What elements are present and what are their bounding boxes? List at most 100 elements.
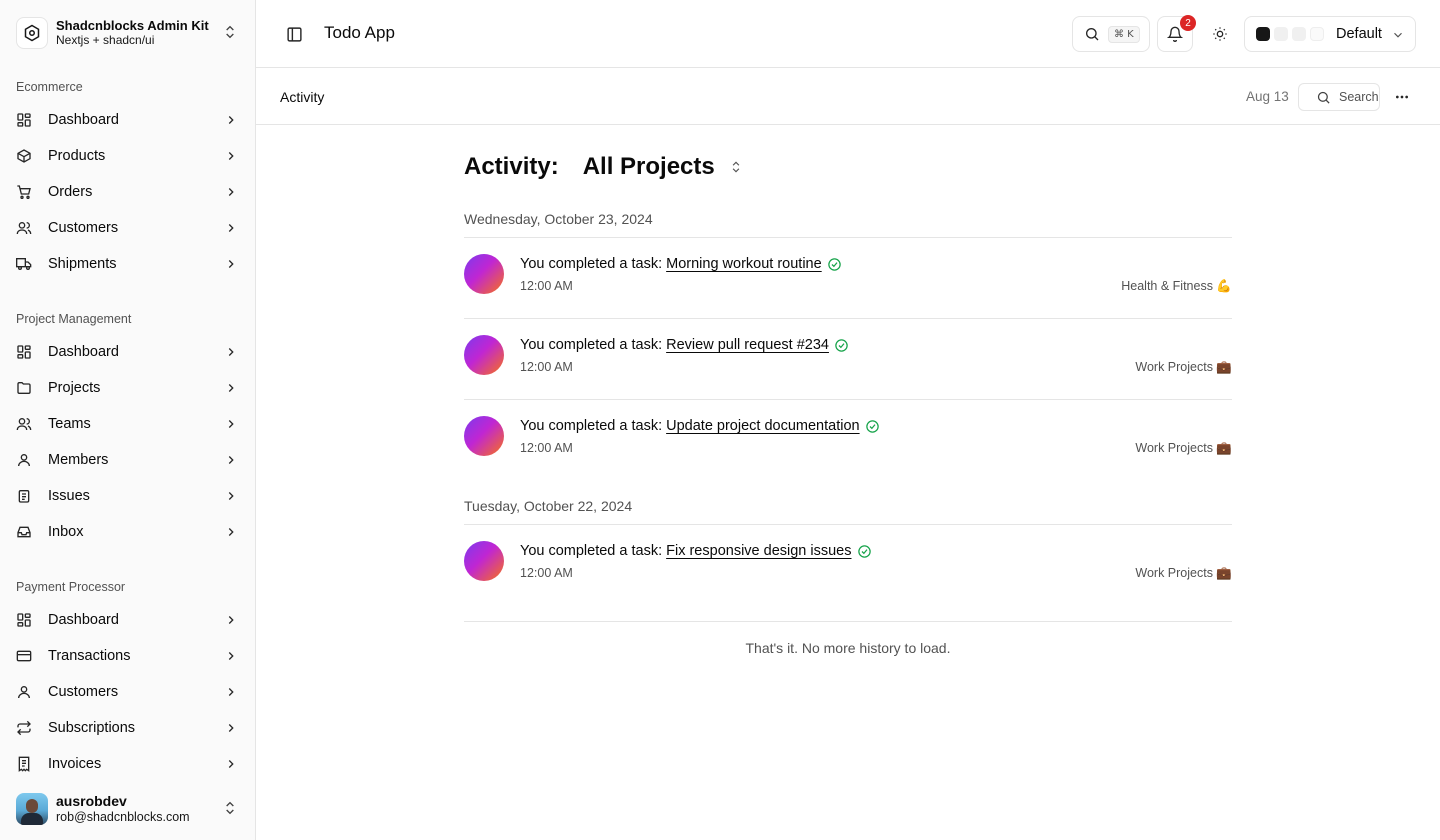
heading-label: Activity: — [464, 153, 559, 180]
sidebar-item-pm-dashboard[interactable]: Dashboard — [8, 336, 248, 368]
avatar — [464, 254, 504, 294]
users-icon — [16, 416, 32, 432]
sidebar-item-inbox[interactable]: Inbox — [8, 516, 248, 548]
color-swatch — [1274, 27, 1288, 41]
divider — [464, 621, 1232, 622]
sidebar-item-transactions[interactable]: Transactions — [8, 640, 248, 672]
search-icon — [1316, 90, 1331, 105]
chevron-right-icon — [224, 257, 238, 271]
repeat-icon — [16, 720, 32, 736]
sidebar-item-teams[interactable]: Teams — [8, 408, 248, 440]
activity-actor: You — [520, 543, 545, 559]
receipt-icon — [16, 756, 32, 772]
ellipsis-icon — [1394, 89, 1410, 105]
layout-dashboard-icon — [16, 112, 32, 128]
chevron-down-icon — [1391, 28, 1405, 42]
sidebar-item-issues[interactable]: Issues — [8, 480, 248, 512]
activity-item: You completed a task: Fix responsive des… — [464, 524, 1232, 605]
keyboard-shortcut: ⌘ K — [1108, 25, 1140, 43]
section-date: Wednesday, October 23, 2024 — [464, 211, 653, 227]
sidebar-item-label: Customers — [48, 220, 119, 236]
command-search-button[interactable]: ⌘ K — [1072, 16, 1150, 52]
theme-toggle-button[interactable] — [1202, 16, 1238, 52]
group-label-payment-processor: Payment Processor — [16, 580, 126, 594]
sidebar-item-label: Dashboard — [48, 344, 119, 360]
group-label-ecommerce: Ecommerce — [16, 80, 83, 94]
user-icon — [16, 452, 32, 468]
project-filter[interactable]: All Projects — [583, 153, 715, 181]
chevron-right-icon — [224, 525, 238, 539]
avatar — [464, 541, 504, 581]
sidebar-item-label: Members — [48, 452, 109, 468]
task-link[interactable]: Morning workout routine — [666, 256, 822, 272]
avatar — [464, 416, 504, 456]
chevron-right-icon — [224, 113, 238, 127]
chevrons-up-down-icon[interactable] — [729, 160, 743, 174]
end-of-history-message: That's it. No more history to load. — [745, 640, 951, 656]
project-tag: Health & Fitness 💪 — [1121, 279, 1232, 293]
chevron-right-icon — [224, 149, 238, 163]
sidebar-item-subscriptions[interactable]: Subscriptions — [8, 712, 248, 744]
search-label: Search — [1339, 90, 1379, 104]
sidebar-item-label: Shipments — [48, 256, 117, 272]
sidebar-item-members[interactable]: Members — [8, 444, 248, 476]
sidebar-item-invoices[interactable]: Invoices — [8, 748, 248, 780]
team-switcher[interactable]: Shadcnblocks Admin Kit Nextjs + shadcn/u… — [16, 14, 244, 52]
activity-time: 12:00 AM — [520, 566, 573, 580]
brand-logo-icon — [16, 17, 48, 49]
activity-actor: You — [520, 337, 545, 353]
chevron-right-icon — [224, 685, 238, 699]
task-link[interactable]: Review pull request #234 — [666, 337, 829, 353]
sidebar-toggle-icon[interactable] — [286, 26, 303, 43]
more-options-button[interactable] — [1392, 87, 1412, 107]
chevron-right-icon — [224, 613, 238, 627]
chevrons-up-down-icon — [222, 800, 238, 816]
chevron-right-icon — [224, 757, 238, 771]
group-label-project-management: Project Management — [16, 312, 132, 326]
chevron-right-icon — [224, 489, 238, 503]
inbox-icon — [16, 524, 32, 540]
brand-subtitle: Nextjs + shadcn/ui — [56, 33, 155, 47]
sidebar-item-ecommerce-dashboard[interactable]: Dashboard — [8, 104, 248, 136]
search-button[interactable]: Search — [1298, 83, 1380, 111]
color-swatch — [1292, 27, 1306, 41]
theme-label: Default — [1336, 26, 1382, 42]
package-icon — [16, 148, 32, 164]
chevron-right-icon — [224, 221, 238, 235]
sidebar-item-payment-dashboard[interactable]: Dashboard — [8, 604, 248, 636]
credit-card-icon — [16, 648, 32, 664]
task-link[interactable]: Fix responsive design issues — [666, 543, 851, 559]
section-date: Tuesday, October 22, 2024 — [464, 498, 633, 514]
activity-item: You completed a task: Review pull reques… — [464, 318, 1232, 399]
user-icon — [16, 684, 32, 700]
layout-dashboard-icon — [16, 612, 32, 628]
page-title: Activity — [280, 89, 325, 105]
user-menu[interactable]: ausrobdev rob@shadcnblocks.com — [16, 792, 244, 826]
avatar — [16, 793, 48, 825]
sidebar-item-label: Customers — [48, 684, 119, 700]
sidebar-item-shipments[interactable]: Shipments — [8, 248, 248, 280]
sidebar-item-ecommerce-customers[interactable]: Customers — [8, 212, 248, 244]
sidebar-item-products[interactable]: Products — [8, 140, 248, 172]
sidebar-item-payment-customers[interactable]: Customers — [8, 676, 248, 708]
project-tag: Work Projects 💼 — [1135, 441, 1232, 455]
sidebar-item-projects[interactable]: Projects — [8, 372, 248, 404]
chevron-right-icon — [224, 345, 238, 359]
check-circle-icon — [827, 257, 842, 272]
notifications-button[interactable]: 2 — [1157, 15, 1196, 52]
theme-preset-select[interactable]: Default — [1244, 16, 1416, 52]
activity-item: You completed a task: Update project doc… — [464, 399, 1232, 480]
activity-time: 12:00 AM — [520, 360, 573, 374]
sub-header: Activity Aug 13 Search — [256, 69, 1440, 125]
task-link[interactable]: Update project documentation — [666, 418, 859, 434]
chevron-right-icon — [224, 721, 238, 735]
sidebar-item-label: Invoices — [48, 756, 102, 772]
sidebar-item-orders[interactable]: Orders — [8, 176, 248, 208]
date-label: Aug 13 — [1246, 89, 1289, 104]
top-bar: Todo App ⌘ K 2 Default — [256, 0, 1440, 68]
sidebar-item-label: Dashboard — [48, 112, 119, 128]
color-swatch — [1310, 27, 1324, 41]
sidebar-item-label: Dashboard — [48, 612, 119, 628]
avatar — [464, 335, 504, 375]
sun-icon — [1212, 26, 1228, 42]
